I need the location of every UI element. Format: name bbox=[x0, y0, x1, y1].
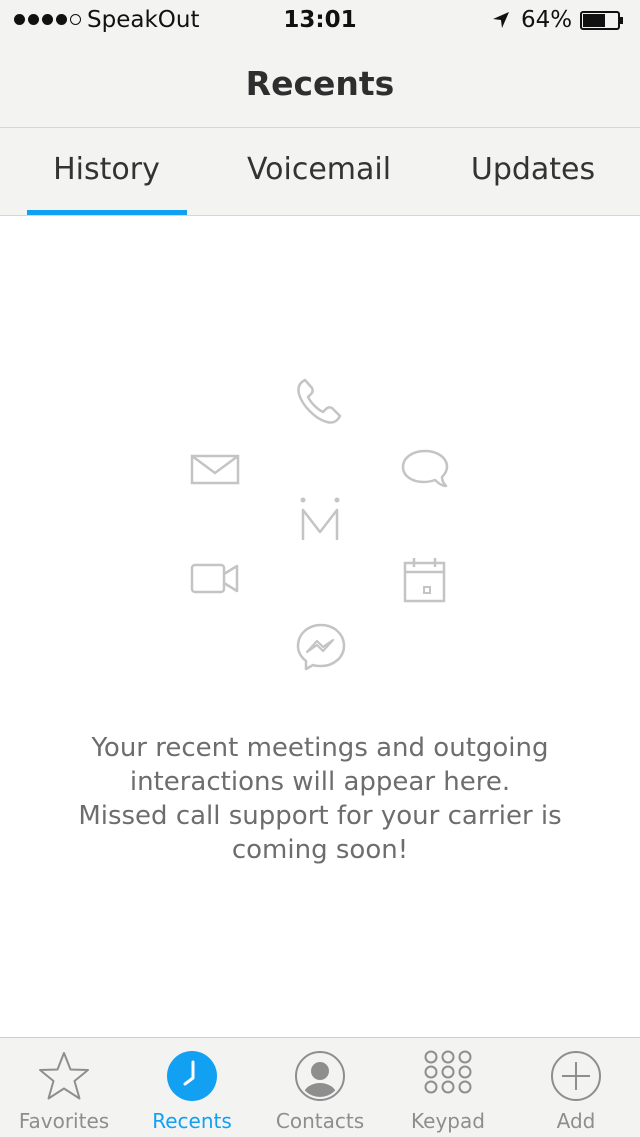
bottom-tab-label: Keypad bbox=[411, 1109, 485, 1133]
bottom-tab-bar: Favorites Recents Contacts Keypad Add bbox=[0, 1037, 640, 1137]
battery-percentage: 64% bbox=[521, 7, 573, 33]
star-icon bbox=[39, 1052, 89, 1100]
active-tab-indicator bbox=[27, 210, 187, 215]
plus-circle-icon bbox=[551, 1051, 601, 1101]
bottom-tab-label: Favorites bbox=[18, 1109, 110, 1133]
bottom-tab-add[interactable]: Add bbox=[512, 1038, 640, 1137]
tab-updates[interactable]: Updates bbox=[440, 128, 626, 215]
email-icon bbox=[190, 453, 240, 485]
location-arrow-icon bbox=[493, 12, 509, 28]
keypad-icon bbox=[424, 1050, 472, 1094]
app-logo-m-icon bbox=[296, 494, 344, 544]
segmented-tabs: History Voicemail Updates bbox=[0, 128, 640, 216]
bottom-tab-contacts[interactable]: Contacts bbox=[256, 1038, 384, 1137]
clock-icon bbox=[167, 1051, 217, 1101]
bottom-tab-recents[interactable]: Recents bbox=[128, 1038, 256, 1137]
bottom-tab-label: Contacts bbox=[275, 1109, 365, 1133]
person-icon bbox=[295, 1051, 345, 1101]
empty-message-line: interactions will appear here. bbox=[129, 767, 511, 797]
tab-voicemail[interactable]: Voicemail bbox=[213, 128, 425, 215]
phone-icon bbox=[293, 374, 347, 428]
empty-message-line: Missed call support for your carrier is bbox=[78, 801, 562, 831]
tab-history[interactable]: History bbox=[20, 128, 193, 215]
status-bar: SpeakOut 13:01 64% bbox=[0, 0, 640, 40]
bottom-tab-favorites[interactable]: Favorites bbox=[0, 1038, 128, 1137]
bottom-tab-label: Recents bbox=[152, 1109, 232, 1133]
page-title: Recents bbox=[245, 64, 395, 103]
calendar-icon bbox=[402, 556, 448, 604]
video-icon bbox=[190, 560, 240, 598]
chat-bubble-icon bbox=[399, 447, 451, 491]
empty-state-illustration bbox=[0, 216, 640, 716]
bottom-tab-label: Add bbox=[556, 1109, 596, 1133]
empty-state-message: Your recent meetings and outgoing intera… bbox=[30, 731, 610, 867]
bottom-tab-keypad[interactable]: Keypad bbox=[384, 1038, 512, 1137]
navigation-bar: Recents bbox=[0, 40, 640, 128]
messenger-icon bbox=[295, 622, 347, 672]
empty-message-line: coming soon! bbox=[231, 835, 409, 865]
battery-icon bbox=[580, 11, 623, 30]
empty-message-line: Your recent meetings and outgoing bbox=[91, 733, 549, 763]
